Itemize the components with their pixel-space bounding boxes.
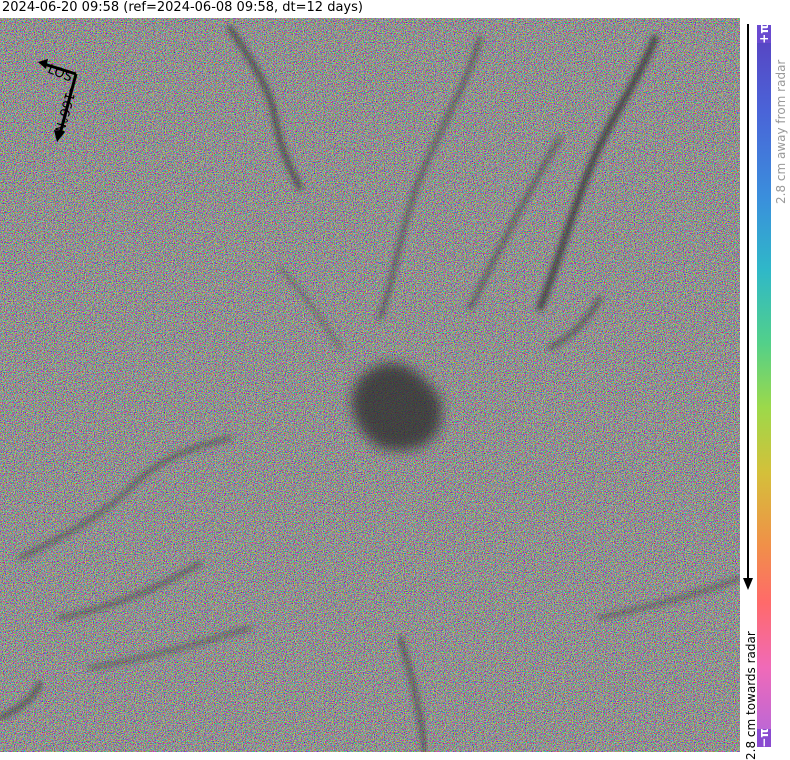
image-title: 2024-06-20 09:58 (ref=2024-06-08 09:58, … [2,0,363,15]
towards-radar-label: 2.8 cm towards radar [744,631,758,760]
interferogram-map: LOS -166°N [0,18,740,752]
colorbar-min-text: −π [757,728,771,748]
colorbar-min-label: −π [757,728,771,748]
colorbar-max-label: +π [757,24,771,44]
colorbar-panel: +π −π 2.8 cm away from radar 2.8 cm towa… [740,18,790,760]
phase-colorbar [757,25,771,747]
los-arrow-head [38,59,48,69]
away-from-radar-label: 2.8 cm away from radar [774,59,788,204]
colorbar-max-text: +π [757,24,771,44]
